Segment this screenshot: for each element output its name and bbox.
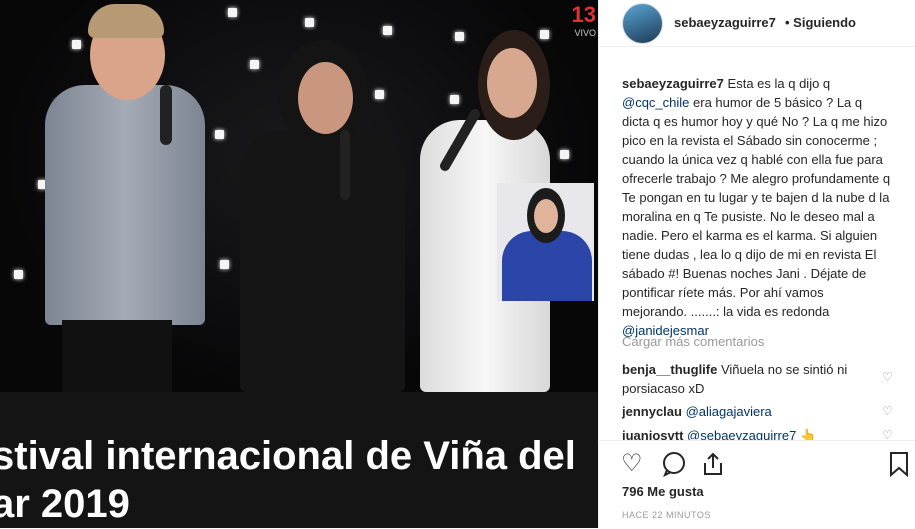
comment-icon[interactable] xyxy=(661,451,687,483)
post-sidebar: sebaeyzaguirre7 • Siguiendo sebaeyzaguir… xyxy=(598,0,915,528)
comment: jennyclau @aliagajaviera xyxy=(622,402,872,421)
post-timestamp[interactable]: HACE 22 MINUTOS xyxy=(622,510,711,520)
post-header: sebaeyzaguirre7 • Siguiendo xyxy=(599,0,915,47)
comment-username[interactable]: benja__thuglife xyxy=(622,362,717,377)
channel-logo: 13 VIVO xyxy=(571,2,596,38)
mention-link[interactable]: @cqc_chile xyxy=(622,95,689,110)
comment-like-icon[interactable]: ♡ xyxy=(882,405,894,417)
username-link[interactable]: sebaeyzaguirre7 xyxy=(674,15,776,30)
mention-link[interactable]: @aliagajaviera xyxy=(686,404,772,419)
caption-username[interactable]: sebaeyzaguirre7 xyxy=(622,76,724,91)
banner-title: stival internacional de Viña del ar 2019 xyxy=(0,434,576,526)
comment-like-icon[interactable]: ♡ xyxy=(882,371,894,383)
follow-status[interactable]: • Siguiendo xyxy=(785,15,856,30)
like-count[interactable]: 796 Me gusta xyxy=(622,484,704,499)
heart-icon[interactable]: ♡ xyxy=(621,451,643,477)
post-caption: sebaeyzaguirre7 Esta es la q dijo q @cqc… xyxy=(622,76,891,338)
comment: juaniosvtt @sebaeyzaguirre7 👆 xyxy=(622,426,872,440)
comment: benja__thuglife Viñuela no se sintió ni … xyxy=(622,362,848,396)
bookmark-icon[interactable] xyxy=(889,451,909,483)
mention-link[interactable]: @sebaeyzaguirre7 👆 xyxy=(687,428,816,440)
comment-username[interactable]: juaniosvtt xyxy=(622,428,683,440)
sign-language-interpreter xyxy=(497,183,594,301)
share-icon[interactable] xyxy=(701,451,725,483)
load-more-comments[interactable]: Cargar más comentarios xyxy=(622,334,764,349)
stage-background: 13 VIVO xyxy=(0,0,598,392)
avatar[interactable] xyxy=(622,3,663,44)
post-photo[interactable]: 13 VIVO stival internacional de Viña del… xyxy=(0,0,598,528)
comment-username[interactable]: jennyclau xyxy=(622,404,682,419)
